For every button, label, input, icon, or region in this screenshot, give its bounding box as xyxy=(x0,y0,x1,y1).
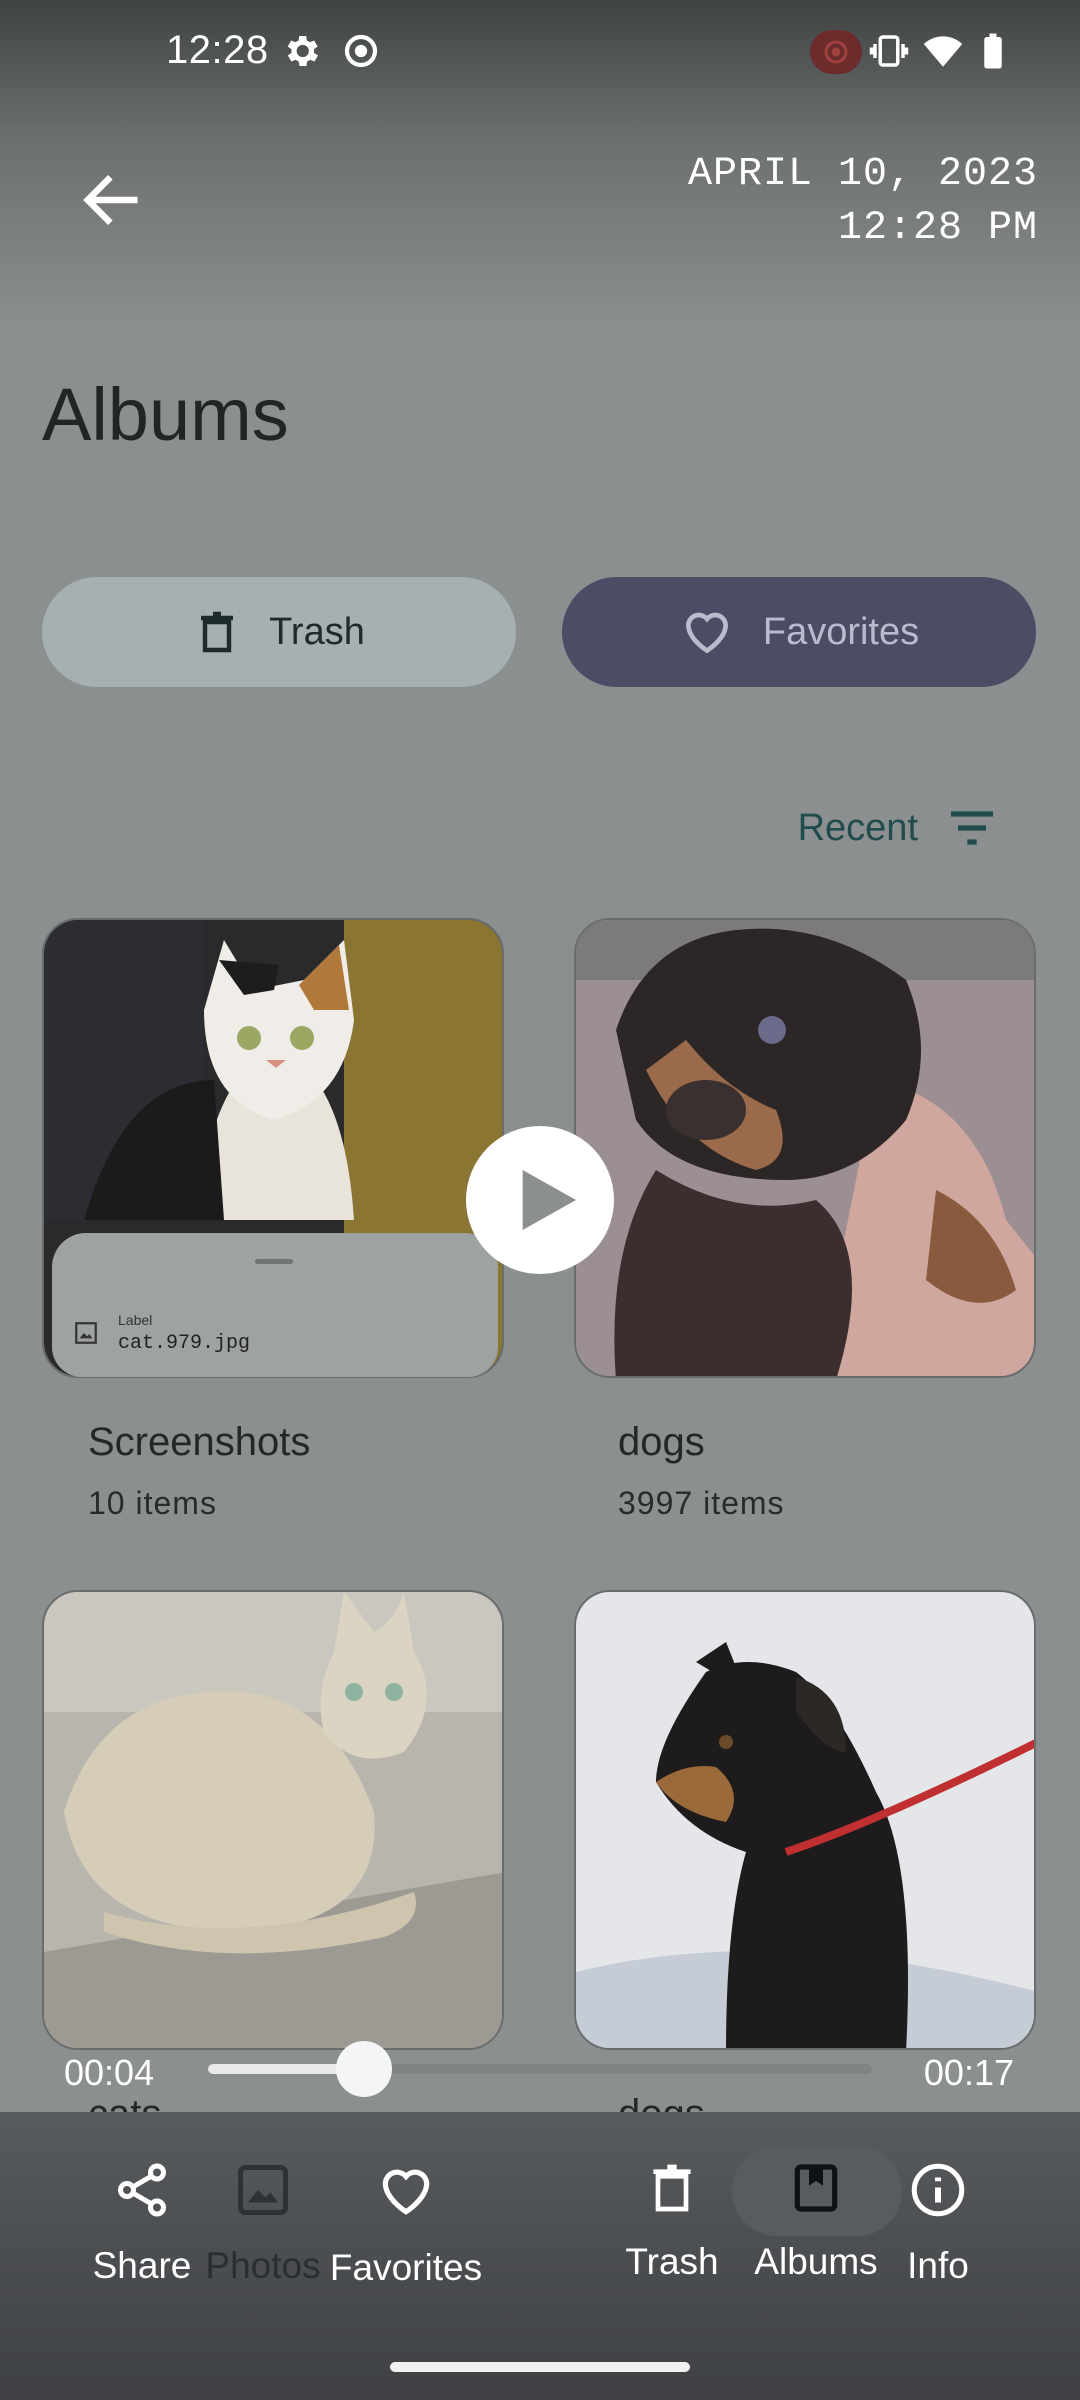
settings-icon xyxy=(287,35,318,67)
record-icon xyxy=(824,40,848,64)
heart-icon xyxy=(685,612,728,654)
battery-icon xyxy=(984,33,1002,69)
play-button[interactable] xyxy=(466,1126,614,1274)
sort-button[interactable]: Recent xyxy=(798,800,1000,856)
recording-indicator xyxy=(810,30,862,74)
album-thumbnail-cats[interactable] xyxy=(42,1590,504,2050)
back-arrow-icon[interactable] xyxy=(76,165,146,235)
seek-thumb[interactable] xyxy=(336,2041,393,2097)
info-icon xyxy=(911,2163,965,2217)
share-icon xyxy=(118,2163,166,2217)
album-bookmark-icon xyxy=(794,2164,838,2212)
share-label: Share xyxy=(92,2245,192,2286)
album-thumbnail-dogs[interactable] xyxy=(574,918,1036,1378)
photos-button[interactable]: Photos xyxy=(198,2160,328,2287)
heart-icon xyxy=(382,2169,430,2215)
label-filename: cat.979.jpg xyxy=(118,1332,251,1355)
vibrate-icon xyxy=(869,35,909,67)
album-name: Screenshots xyxy=(88,1420,311,1464)
trash-icon xyxy=(201,611,234,653)
favorites-button[interactable]: Favorites xyxy=(562,577,1036,687)
trash-button[interactable]: Trash xyxy=(42,577,516,687)
album-count: 3997 items xyxy=(618,1485,785,1521)
page-title: Albums xyxy=(42,373,289,456)
albums-nav-button[interactable]: Albums xyxy=(748,2160,884,2283)
favorites-button-label: Favorites xyxy=(762,610,920,653)
drag-handle[interactable] xyxy=(255,1259,293,1264)
share-button[interactable]: Share xyxy=(82,2160,202,2287)
video-total-time: 00:17 xyxy=(923,2052,1014,2093)
album-name: cats xyxy=(88,2092,161,2112)
albums-nav-label: Albums xyxy=(754,2241,878,2282)
trash-button-label: Trash xyxy=(269,610,365,653)
rottweiler-photo xyxy=(576,1592,1034,2048)
album-count: 10 items xyxy=(88,1485,217,1521)
wifi-icon xyxy=(923,36,963,67)
photo-icon xyxy=(238,2165,288,2215)
home-indicator[interactable] xyxy=(390,2362,690,2372)
header-time: 12:28 PM xyxy=(837,206,1038,251)
filter-icon xyxy=(951,811,993,845)
album-name: dogs xyxy=(618,2092,705,2112)
info-label: Info xyxy=(907,2245,969,2286)
favorites-nav-label: Favorites xyxy=(329,2247,483,2288)
puppy-photo xyxy=(576,920,1034,1376)
status-time: 12:28 xyxy=(166,28,269,72)
screen-record-icon xyxy=(344,34,378,68)
white-cat-photo xyxy=(44,1592,502,2048)
image-icon xyxy=(75,1322,97,1344)
play-icon xyxy=(522,1170,576,1230)
trash-nav-button[interactable]: Trash xyxy=(622,2160,722,2283)
video-elapsed-time: 00:04 xyxy=(64,2052,155,2093)
sort-label: Recent xyxy=(797,806,918,849)
label-caption: Label xyxy=(118,1312,153,1328)
info-button[interactable]: Info xyxy=(890,2160,986,2287)
photos-label: Photos xyxy=(205,2245,321,2286)
album-thumbnail-dogs-2[interactable] xyxy=(574,1590,1036,2050)
header-date: APRIL 10, 2023 xyxy=(687,152,1038,197)
trash-nav-label: Trash xyxy=(625,2241,719,2282)
favorites-nav-button[interactable]: Favorites xyxy=(326,2160,486,2289)
label-card xyxy=(52,1233,498,1377)
album-name: dogs xyxy=(618,1420,705,1464)
trash-icon xyxy=(653,2164,691,2212)
